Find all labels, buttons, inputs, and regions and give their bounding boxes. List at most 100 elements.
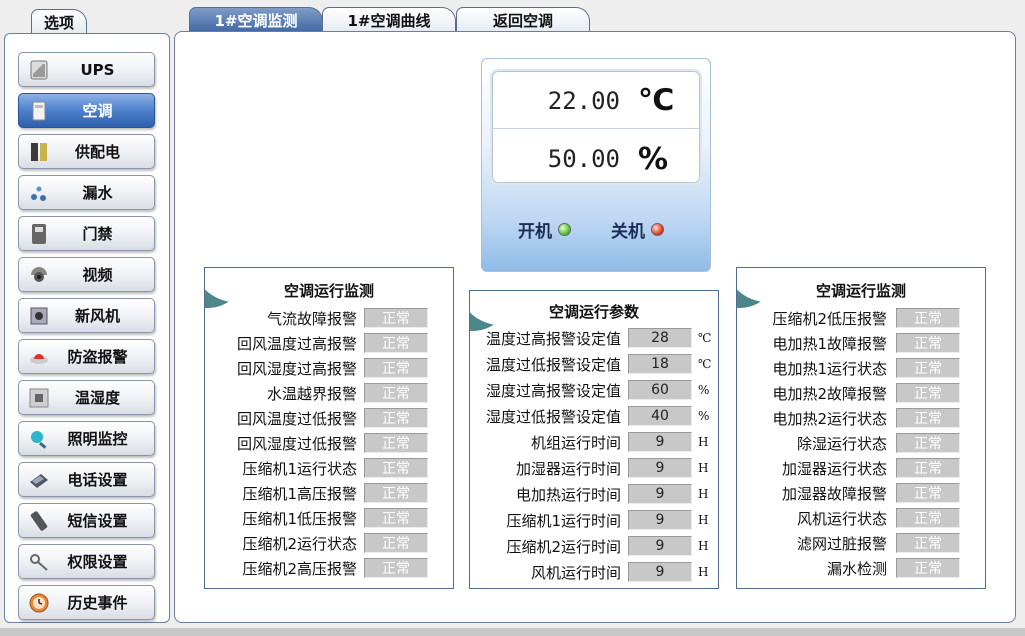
param-row: 风机运行时间 9 H bbox=[470, 562, 716, 582]
param-unit: ℃ bbox=[698, 331, 712, 345]
status-row: 压缩机2低压报警 正常 bbox=[737, 308, 960, 328]
row-label: 风机运行状态 bbox=[796, 509, 887, 528]
sidebar-item-temp-humidity[interactable]: 温湿度 bbox=[18, 380, 155, 415]
param-value: 9 bbox=[628, 432, 692, 452]
status-value: 正常 bbox=[364, 533, 428, 553]
sidebar-item-label: 新风机 bbox=[74, 307, 120, 325]
status-value: 正常 bbox=[896, 483, 960, 503]
sidebar-item-video[interactable]: 视频 bbox=[18, 257, 155, 292]
sidebar-item-access-control[interactable]: 门禁 bbox=[18, 216, 155, 251]
sidebar-item-label: 空调 bbox=[82, 102, 113, 120]
status-value: 正常 bbox=[896, 433, 960, 453]
status-value: 正常 bbox=[896, 458, 960, 478]
row-label: 气流故障报警 bbox=[266, 309, 357, 328]
param-unit: H bbox=[698, 435, 709, 449]
status-row: 压缩机2运行状态 正常 bbox=[205, 533, 428, 553]
row-label: 除湿运行状态 bbox=[796, 434, 887, 453]
row-label: 电加热1故障报警 bbox=[772, 334, 887, 353]
row-label: 回风湿度过高报警 bbox=[236, 359, 357, 378]
status-value: 正常 bbox=[364, 458, 428, 478]
param-unit: ℃ bbox=[698, 357, 712, 371]
sidebar-item-history-events[interactable]: 历史事件 bbox=[18, 585, 155, 620]
sidebar-item-power-distribution[interactable]: 供配电 bbox=[18, 134, 155, 169]
param-row: 电加热运行时间 9 H bbox=[470, 484, 716, 504]
status-value: 正常 bbox=[364, 558, 428, 578]
status-value: 正常 bbox=[364, 508, 428, 528]
tab-ac-curve[interactable]: 1#空调曲线 bbox=[322, 7, 456, 33]
row-label: 滤网过脏报警 bbox=[796, 534, 887, 553]
humidity-unit: % bbox=[638, 141, 669, 177]
param-value: 60 bbox=[628, 380, 692, 400]
sidebar-item-phone-settings[interactable]: 电话设置 bbox=[18, 462, 155, 497]
param-row: 温度过低报警设定值 18 ℃ bbox=[470, 354, 716, 374]
temp-humidity-display: 22.00 ℃ 50.00 % 开机 关机 bbox=[481, 58, 711, 272]
power-distribution-icon bbox=[31, 142, 47, 161]
row-label: 湿度过低报警设定值 bbox=[485, 407, 621, 426]
status-value: 正常 bbox=[364, 333, 428, 353]
param-value: 9 bbox=[628, 458, 692, 478]
key-icon bbox=[30, 553, 48, 571]
row-label: 加湿器运行状态 bbox=[781, 459, 887, 478]
sidebar-item-label: 温湿度 bbox=[74, 389, 120, 407]
row-label: 压缩机2运行状态 bbox=[242, 534, 357, 553]
status-row: 回风湿度过低报警 正常 bbox=[205, 433, 428, 453]
row-label: 压缩机1高压报警 bbox=[242, 484, 357, 503]
sidebar-item-air-conditioner[interactable]: 空调 bbox=[18, 93, 155, 128]
panel-title: 空调运行监测 bbox=[815, 282, 906, 300]
param-unit: H bbox=[698, 539, 709, 553]
tab-options[interactable]: 选项 bbox=[31, 9, 87, 35]
param-unit: H bbox=[698, 461, 709, 475]
status-row: 风机运行状态 正常 bbox=[737, 508, 960, 528]
telephone-icon bbox=[30, 473, 48, 488]
sidebar: UPS 空调 供配电 漏水 门禁 视频 新风机 防盗报警 温湿度 照明监控 电话… bbox=[4, 33, 170, 623]
param-value: 28 bbox=[628, 328, 692, 348]
status-value: 正常 bbox=[364, 383, 428, 403]
panel-title: 空调运行参数 bbox=[548, 303, 639, 321]
humidity-row: 50.00 % bbox=[492, 131, 700, 187]
param-value: 9 bbox=[628, 510, 692, 530]
sidebar-item-sms-settings[interactable]: 短信设置 bbox=[18, 503, 155, 538]
sidebar-item-water-leak[interactable]: 漏水 bbox=[18, 175, 155, 210]
row-label: 风机运行时间 bbox=[530, 563, 621, 582]
param-row: 温度过高报警设定值 28 ℃ bbox=[470, 328, 716, 348]
param-value: 18 bbox=[628, 354, 692, 374]
ac-monitor-panel-right: 空调运行监测 压缩机2低压报警 正常 电加热1故障报警 正常 电加热1运行状态 正常 … bbox=[736, 267, 986, 589]
sidebar-item-lighting[interactable]: 照明监控 bbox=[18, 421, 155, 456]
row-label: 机组运行时间 bbox=[530, 433, 621, 452]
tab-ac-monitor[interactable]: 1#空调监测 bbox=[189, 7, 323, 33]
row-label: 回风温度过高报警 bbox=[236, 334, 357, 353]
row-label: 压缩机2运行时间 bbox=[506, 537, 621, 556]
humidity-value: 50.00 bbox=[547, 145, 620, 173]
ac-monitor-panel-left: 空调运行监测 气流故障报警 正常 回风温度过高报警 正常 回风湿度过高报警 正常 水温… bbox=[204, 267, 454, 589]
status-value: 正常 bbox=[896, 533, 960, 553]
status-row: 除湿运行状态 正常 bbox=[737, 433, 960, 453]
lamp-icon bbox=[31, 430, 47, 449]
param-row: 湿度过低报警设定值 40% bbox=[470, 406, 716, 426]
sidebar-item-label: 漏水 bbox=[82, 184, 113, 202]
status-value: 正常 bbox=[364, 433, 428, 453]
status-row: 滤网过脏报警 正常 bbox=[737, 533, 960, 553]
status-value: 正常 bbox=[364, 308, 428, 328]
sidebar-item-ups[interactable]: UPS bbox=[18, 52, 155, 87]
sidebar-item-permission-settings[interactable]: 权限设置 bbox=[18, 544, 155, 579]
status-row: 回风温度过高报警 正常 bbox=[205, 333, 428, 353]
param-row: 机组运行时间 9 H bbox=[470, 432, 716, 452]
param-value: 9 bbox=[628, 562, 692, 582]
alarm-light-icon bbox=[30, 353, 48, 364]
tab-back-to-ac[interactable]: 返回空调 bbox=[456, 7, 590, 33]
sidebar-item-anti-theft-alarm[interactable]: 防盗报警 bbox=[18, 339, 155, 374]
sidebar-item-label: 电话设置 bbox=[67, 471, 128, 489]
sidebar-item-fresh-air[interactable]: 新风机 bbox=[18, 298, 155, 333]
status-row: 漏水检测 正常 bbox=[737, 558, 960, 578]
param-unit: % bbox=[698, 409, 710, 423]
row-label: 压缩机2低压报警 bbox=[772, 309, 887, 328]
mobile-phone-icon bbox=[30, 510, 48, 531]
access-card-reader-icon bbox=[32, 223, 46, 244]
camera-icon bbox=[31, 266, 47, 282]
status-row: 水温越界报警 正常 bbox=[205, 383, 428, 403]
status-bar bbox=[0, 628, 1025, 636]
status-value: 正常 bbox=[364, 408, 428, 428]
temperature-row: 22.00 ℃ bbox=[492, 73, 700, 129]
status-value: 正常 bbox=[896, 558, 960, 578]
air-conditioner-icon bbox=[32, 101, 46, 120]
